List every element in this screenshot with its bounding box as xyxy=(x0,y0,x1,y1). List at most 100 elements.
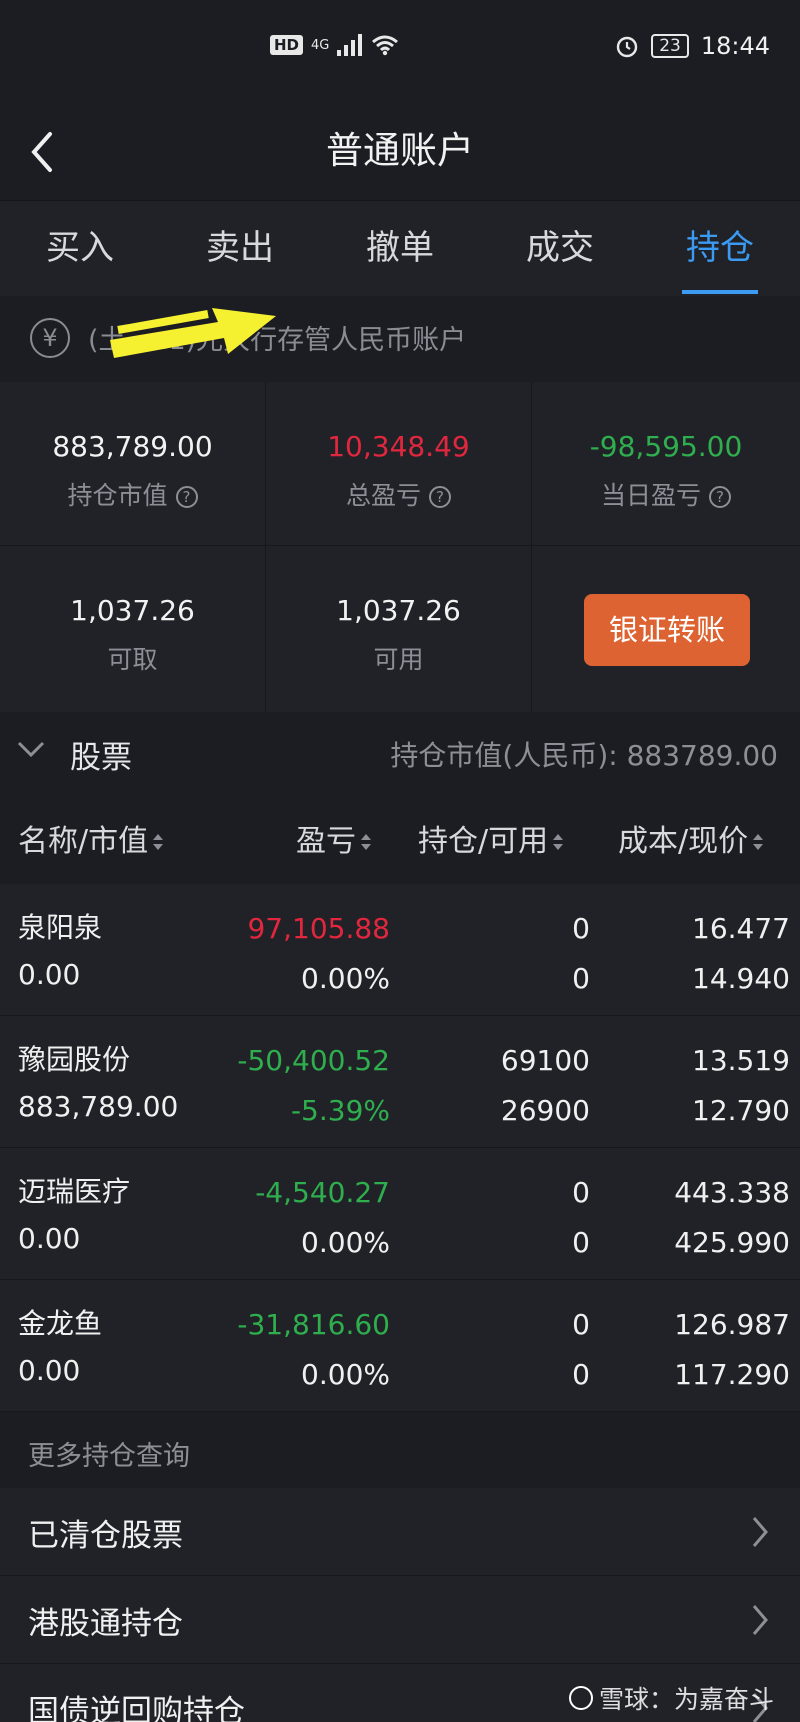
status-bar: HD 4G 23 18:44 xyxy=(0,0,800,100)
holdings-list: 泉阳泉 0.00 97,105.88 0.00% 0 0 16.477 14.9… xyxy=(0,884,800,1412)
daily-pnl: -98,595.00 xyxy=(589,430,743,463)
page-title: 普通账户 xyxy=(326,129,474,172)
total-pnl: 10,348.49 xyxy=(327,430,470,463)
section-title: 股票 xyxy=(70,740,132,776)
stock-pnl: 97,105.88 xyxy=(247,912,390,945)
yellow-arrow-annotation-icon xyxy=(110,308,276,358)
tab-buy[interactable]: 买入 xyxy=(0,201,160,296)
stock-pnl-pct: 0.00% xyxy=(301,1226,390,1259)
sort-icon xyxy=(361,834,371,850)
more-positions-title: 更多持仓查询 xyxy=(28,1441,190,1472)
col-name-sort[interactable]: 名称/市值 xyxy=(18,816,164,860)
help-icon[interactable]: ? xyxy=(429,486,451,508)
total-pnl-label[interactable]: 总盈亏? xyxy=(266,476,531,512)
stock-holding: 0 xyxy=(572,1176,590,1209)
table-row[interactable]: 泉阳泉 0.00 97,105.88 0.00% 0 0 16.477 14.9… xyxy=(0,884,800,1016)
menu-hk-connect-holdings[interactable]: 港股通持仓 xyxy=(0,1576,800,1664)
stat-market-value: 883,789.00 持仓市值? xyxy=(0,382,266,546)
stock-holding: 0 xyxy=(572,1308,590,1341)
stat-available: 1,037.26 可用 xyxy=(266,546,532,712)
watermark: 雪球：为嘉奋斗 xyxy=(568,1680,774,1716)
stock-price: 117.290 xyxy=(674,1358,790,1391)
stock-name: 豫园股份 xyxy=(18,1043,131,1076)
stock-cost: 13.519 xyxy=(692,1044,790,1077)
available-label: 可用 xyxy=(373,645,424,674)
stock-cost: 443.338 xyxy=(674,1176,790,1209)
stock-market-value: 0.00 xyxy=(18,1354,81,1387)
status-right: 23 18:44 xyxy=(615,32,770,60)
nav-bar: 普通账户 xyxy=(0,100,800,200)
tab-deals[interactable]: 成交 xyxy=(480,201,640,296)
stock-market-value: 883,789.00 xyxy=(18,1090,179,1123)
stock-market-value: 0.00 xyxy=(18,958,81,991)
stock-cost: 16.477 xyxy=(692,912,790,945)
stat-withdrawable: 1,037.26 可取 xyxy=(0,546,266,712)
stocks-section-header[interactable]: 股票 持仓市值(人民币): 883789.00 xyxy=(0,712,800,792)
sort-icon xyxy=(753,834,764,850)
chevron-down-icon[interactable] xyxy=(16,738,46,760)
stat-total-pnl: 10,348.49 总盈亏? xyxy=(266,382,532,546)
menu-item-label: 港股通持仓 xyxy=(28,1606,183,1642)
wifi-icon xyxy=(372,35,399,56)
stock-name: 金龙鱼 xyxy=(18,1307,103,1340)
stock-available: 26900 xyxy=(500,1094,590,1127)
col-cost-sort[interactable]: 成本/现价 xyxy=(618,816,764,860)
yen-icon: ¥ xyxy=(30,318,70,358)
stock-pnl-pct: -5.39% xyxy=(290,1094,390,1127)
menu-cleared-stocks[interactable]: 已清仓股票 xyxy=(0,1488,800,1576)
market-value: 883,789.00 xyxy=(52,430,213,463)
menu-item-label: 已清仓股票 xyxy=(28,1518,183,1554)
watermark-text: 雪球：为嘉奋斗 xyxy=(598,1685,774,1714)
status-time: 18:44 xyxy=(700,32,770,60)
menu-item-label: 国债逆回购持仓 xyxy=(28,1694,245,1722)
stock-price: 12.790 xyxy=(692,1094,790,1127)
table-row[interactable]: 金龙鱼 0.00 -31,816.60 0.00% 0 0 126.987 11… xyxy=(0,1280,800,1412)
status-center: HD 4G xyxy=(270,34,399,56)
stock-name: 迈瑞医疗 xyxy=(18,1175,131,1208)
more-positions-header: 更多持仓查询 xyxy=(0,1414,800,1488)
stock-holding: 69100 xyxy=(500,1044,590,1077)
stock-pnl-pct: 0.00% xyxy=(301,962,390,995)
market-value-label[interactable]: 持仓市值? xyxy=(0,476,265,512)
daily-pnl-label[interactable]: 当日盈亏? xyxy=(532,476,800,512)
trade-tabs: 买入 卖出 撤单 成交 持仓 xyxy=(0,200,800,296)
stock-name: 泉阳泉 xyxy=(18,911,103,944)
stock-pnl-pct: 0.00% xyxy=(301,1358,390,1391)
chevron-right-icon xyxy=(752,1517,768,1547)
stock-pnl: -50,400.52 xyxy=(237,1044,390,1077)
help-icon[interactable]: ? xyxy=(175,486,198,508)
tab-positions[interactable]: 持仓 xyxy=(640,201,800,296)
help-icon[interactable]: ? xyxy=(709,486,731,508)
stock-pnl: -31,816.60 xyxy=(237,1308,390,1341)
signal-icon xyxy=(337,34,363,56)
battery-icon: 23 xyxy=(651,34,689,58)
stock-available: 0 xyxy=(572,962,590,995)
tab-sell[interactable]: 卖出 xyxy=(160,201,320,296)
xueqiu-logo-icon xyxy=(568,1686,593,1710)
sort-icon xyxy=(153,834,164,850)
stock-available: 0 xyxy=(572,1358,590,1391)
chevron-right-icon xyxy=(752,1605,768,1635)
network-label: 4G xyxy=(311,37,330,53)
table-row[interactable]: 迈瑞医疗 0.00 -4,540.27 0.00% 0 0 443.338 42… xyxy=(0,1148,800,1280)
tab-cancel-order[interactable]: 撤单 xyxy=(320,201,480,296)
withdrawable-value: 1,037.26 xyxy=(70,594,195,627)
alarm-icon xyxy=(616,36,638,58)
available-value: 1,037.26 xyxy=(336,594,461,627)
stock-price: 425.990 xyxy=(674,1226,790,1259)
sort-icon xyxy=(553,834,564,850)
account-stats: 883,789.00 持仓市值? 10,348.49 总盈亏? -98,595.… xyxy=(0,382,800,712)
col-pnl-sort[interactable]: 盈亏 xyxy=(296,816,372,860)
withdrawable-label: 可取 xyxy=(107,645,158,674)
stock-pnl: -4,540.27 xyxy=(255,1176,390,1209)
stock-market-value: 0.00 xyxy=(18,1222,81,1255)
col-holding-sort[interactable]: 持仓/可用 xyxy=(418,816,564,860)
stock-price: 14.940 xyxy=(692,962,790,995)
stock-holding: 0 xyxy=(572,912,590,945)
stock-cost: 126.987 xyxy=(674,1308,790,1341)
holdings-column-header: 名称/市值 盈亏 持仓/可用 成本/现价 xyxy=(0,792,800,884)
bank-transfer-button[interactable]: 银证转账 xyxy=(584,594,750,666)
table-row[interactable]: 豫园股份 883,789.00 -50,400.52 -5.39% 69100 … xyxy=(0,1016,800,1148)
hd-badge: HD xyxy=(270,35,304,55)
section-market-value: 持仓市值(人民币): 883789.00 xyxy=(390,739,778,772)
